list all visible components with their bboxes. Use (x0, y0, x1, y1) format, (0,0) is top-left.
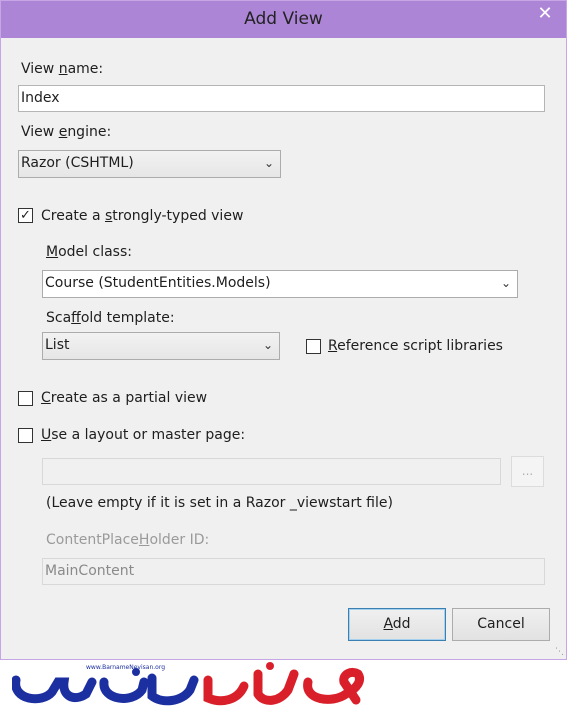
placeholder-id-label: ContentPlaceHolder ID: (46, 532, 210, 548)
scaffold-template-select[interactable]: List ⌄ (42, 332, 280, 360)
resize-grip-icon[interactable]: ⋱ (555, 647, 564, 657)
checkmark-icon: ✓ (20, 208, 31, 223)
logo-url: www.BarnameNevisan.org (86, 664, 165, 671)
model-class-select[interactable]: Course (StudentEntities.Models) ⌄ (42, 270, 518, 298)
dialog-title: Add View (244, 9, 323, 29)
strongly-typed-label[interactable]: Create a strongly-typed view (41, 208, 243, 224)
view-engine-select[interactable]: Razor (CSHTML) ⌄ (18, 150, 281, 178)
browse-button[interactable]: ... (511, 456, 544, 487)
layout-page-input[interactable] (42, 458, 501, 485)
viewstart-hint: (Leave empty if it is set in a Razor _vi… (46, 495, 393, 511)
cancel-button[interactable]: Cancel (452, 608, 550, 641)
partial-view-checkbox[interactable] (18, 391, 33, 406)
chevron-down-icon: ⌄ (500, 276, 511, 290)
scaffold-template-value: List (45, 337, 70, 353)
close-icon: ✕ (537, 3, 553, 24)
view-name-label: View name: (21, 61, 104, 77)
placeholder-id-input[interactable]: MainContent (42, 558, 545, 585)
close-button[interactable]: ✕ (524, 1, 566, 29)
add-button[interactable]: Add (348, 608, 446, 641)
site-logo: www.BarnameNevisan.org (12, 662, 364, 706)
strongly-typed-checkbox[interactable]: ✓ (18, 208, 33, 223)
add-view-dialog: Add View ✕ View name: Index View engine:… (0, 0, 567, 660)
layout-page-checkbox[interactable] (18, 428, 33, 443)
view-name-input[interactable]: Index (18, 85, 545, 112)
model-class-label: Model class: (46, 244, 132, 260)
partial-view-label[interactable]: Create as a partial view (41, 390, 207, 406)
chevron-down-icon: ⌄ (262, 338, 273, 352)
view-engine-value: Razor (CSHTML) (21, 155, 134, 171)
view-engine-label: View engine: (21, 124, 112, 140)
layout-page-label[interactable]: Use a layout or master page: (41, 427, 245, 443)
scaffold-template-label: Scaffold template: (46, 310, 175, 326)
title-bar[interactable]: Add View ✕ (1, 1, 566, 38)
model-class-value: Course (StudentEntities.Models) (45, 275, 271, 291)
reference-scripts-checkbox[interactable] (306, 339, 321, 354)
reference-scripts-label[interactable]: Reference script libraries (328, 338, 503, 354)
chevron-down-icon: ⌄ (263, 156, 274, 170)
